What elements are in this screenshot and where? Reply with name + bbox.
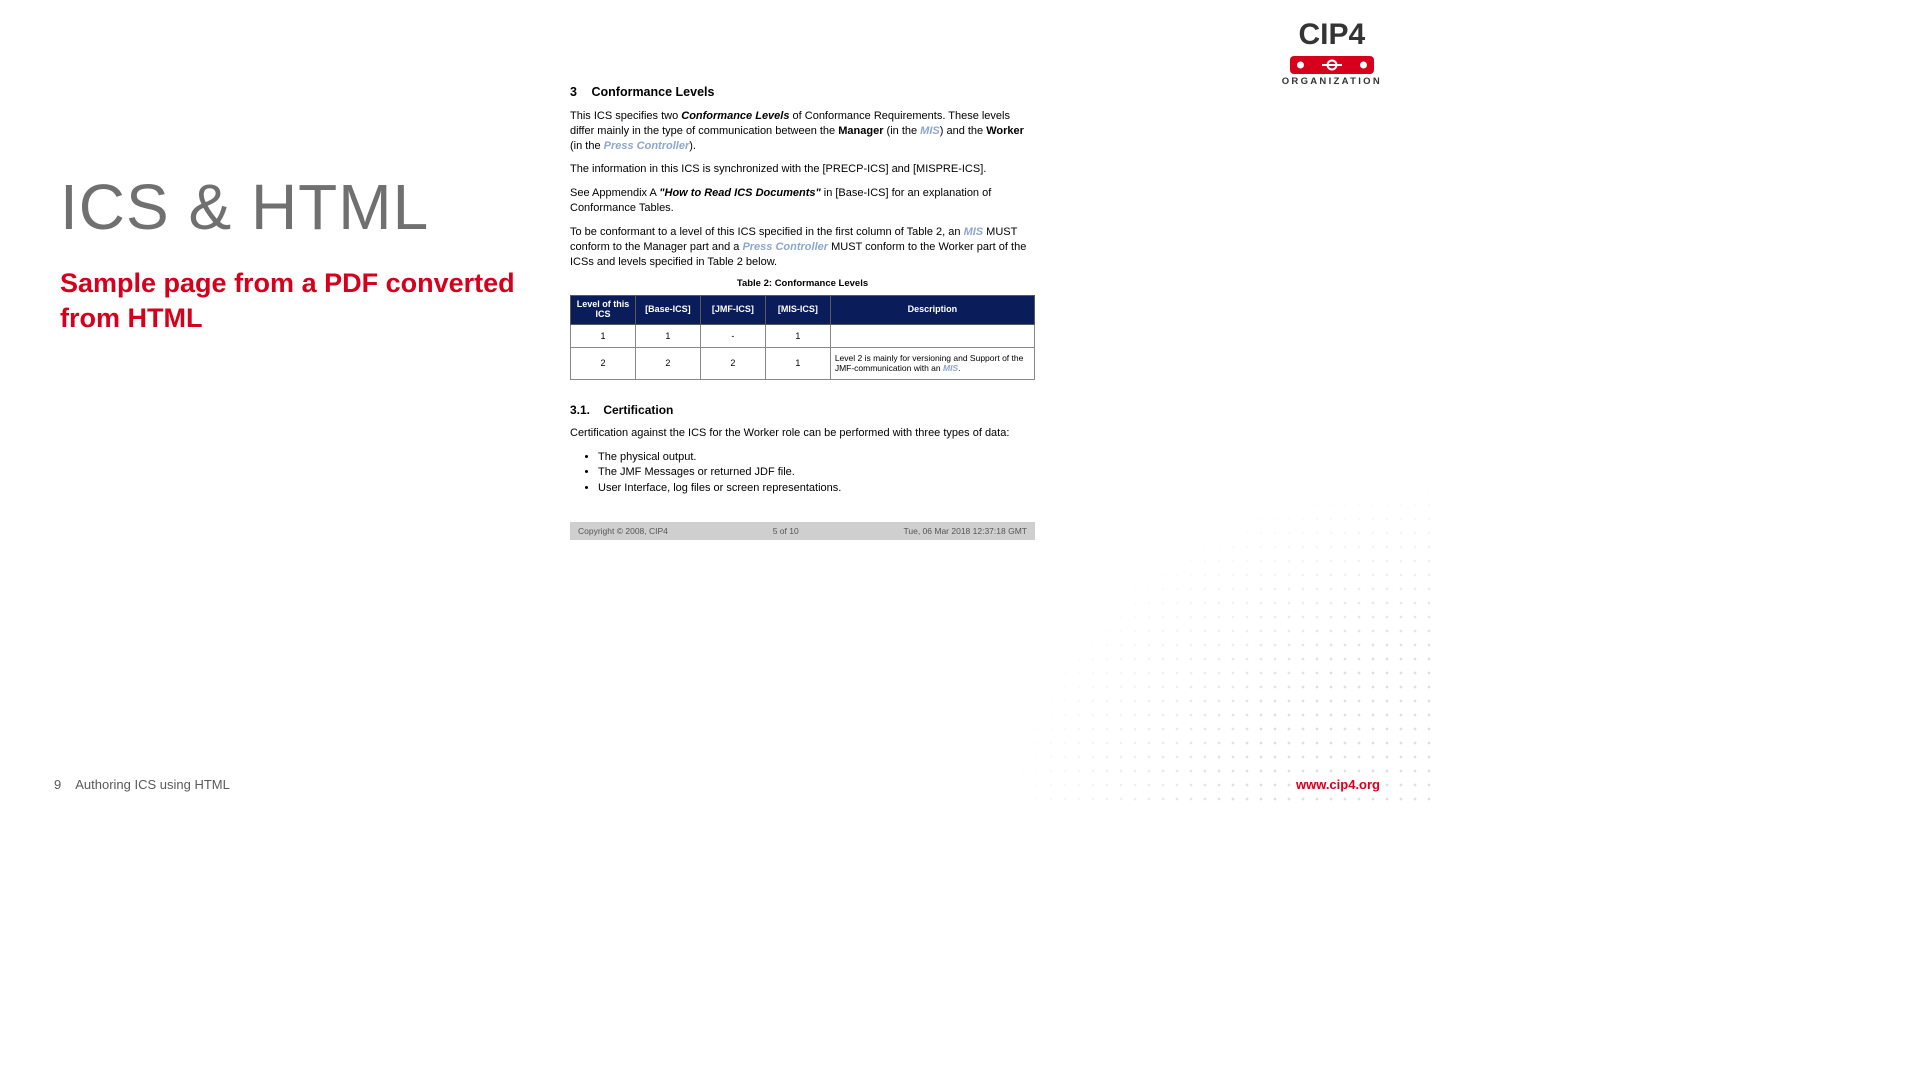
table-row: 2 2 2 1 Level 2 is mainly for versioning… [571,348,1035,379]
footer-url: www.cip4.org [1296,777,1380,792]
doc-heading-4: 3.1. Certification [570,402,1035,418]
table-header: Level of this ICS [571,296,636,325]
list-item: The JMF Messages or returned JDF file. [598,465,1035,480]
slide-number: 9 [54,777,61,792]
logo-text: CIP4 [1282,18,1382,52]
table-header: [JMF-ICS] [700,296,765,325]
doc-paragraph: This ICS specifies two Conformance Level… [570,109,1035,154]
conformance-table: Level of this ICS [Base-ICS] [JMF-ICS] [… [570,295,1035,379]
doc-paragraph: See Appmendix A "How to Read ICS Documen… [570,186,1035,216]
doc-footer-bar: Copyright © 2008, CIP4 5 of 10 Tue, 06 M… [570,522,1035,540]
doc-copyright: Copyright © 2008, CIP4 [578,526,668,536]
table-row: 1 1 - 1 [571,325,1035,348]
sample-document: 3 Conformance Levels This ICS specifies … [570,84,1035,497]
slide-footer: 9 Authoring ICS using HTML www.cip4.org [54,777,1380,792]
table-header: [MIS-ICS] [765,296,830,325]
logo-bar-icon [1290,56,1374,74]
slide-footer-caption: Authoring ICS using HTML [75,777,230,792]
doc-paragraph: Certification against the ICS for the Wo… [570,426,1035,441]
doc-heading-3: 3 Conformance Levels [570,84,1035,101]
doc-bullet-list: The physical output. The JMF Messages or… [570,450,1035,497]
list-item: User Interface, log files or screen repr… [598,481,1035,496]
doc-page-count: 5 of 10 [773,526,799,536]
slide-subtitle: Sample page from a PDF converted from HT… [60,266,570,336]
table-caption: Table 2: Conformance Levels [570,278,1035,291]
brand-logo: CIP4 ORGANIZATION [1282,18,1382,87]
table-header: [Base-ICS] [635,296,700,325]
doc-paragraph: To be conformant to a level of this ICS … [570,225,1035,270]
doc-paragraph: The information in this ICS is synchroni… [570,162,1035,177]
table-header: Description [830,296,1034,325]
doc-timestamp: Tue, 06 Mar 2018 12:37:18 GMT [904,526,1027,536]
list-item: The physical output. [598,450,1035,465]
slide-title: ICS & HTML [60,170,570,244]
logo-subtext: ORGANIZATION [1282,76,1382,87]
